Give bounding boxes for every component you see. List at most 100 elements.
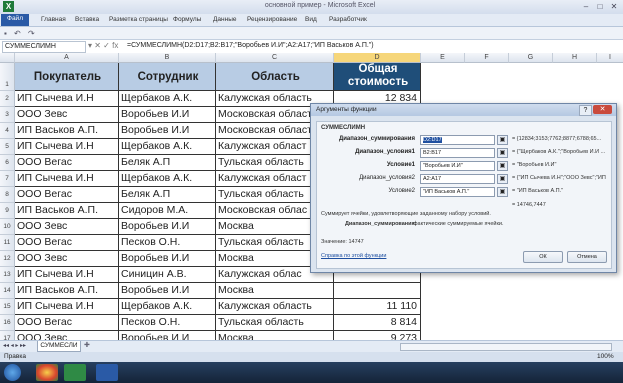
column-header[interactable]: E [421,53,465,63]
table-cell[interactable]: ИП Сычева И.Н [15,267,119,283]
table-cell[interactable]: ИП Васьков А.П. [15,123,119,139]
column-header[interactable]: A [15,53,119,63]
column-header[interactable]: D [334,53,421,63]
table-cell[interactable]: Щербаков А.К. [119,299,216,315]
header-region[interactable]: Область [216,63,334,91]
word-taskbar-icon[interactable] [96,364,118,381]
arg-input-criteria-range-2[interactable]: A2:A17 [420,174,495,184]
collapse-range-icon[interactable]: ▣ [497,148,508,158]
column-header[interactable]: I [597,53,623,63]
table-cell[interactable]: Москва [216,283,334,299]
table-cell[interactable]: Щербаков А.К. [119,171,216,187]
table-cell[interactable]: Воробьев И.И [119,251,216,267]
table-cell[interactable]: Песков О.Н. [119,315,216,331]
header-buyer[interactable]: Покупатель [15,63,119,91]
row-header[interactable]: 14 [0,283,15,299]
table-cell[interactable]: Воробьев И.И [119,331,216,340]
column-header[interactable]: B [119,53,216,63]
table-cell[interactable]: ООО Вегас [15,155,119,171]
table-cell[interactable]: Калужская область [216,299,334,315]
table-cell[interactable]: Беляк А.П [119,155,216,171]
table-cell[interactable]: 8 814 [334,315,421,331]
header-employee[interactable]: Сотрудник [119,63,216,91]
tab-review[interactable]: Рецензирование [244,15,300,24]
row-header[interactable]: 11 [0,235,15,251]
column-header[interactable]: F [465,53,509,63]
table-cell[interactable]: ООО Вегас [15,187,119,203]
table-cell[interactable]: Москва [216,331,334,340]
save-icon[interactable]: ▪ [4,29,7,38]
collapse-range-icon[interactable]: ▣ [497,174,508,184]
maximize-icon[interactable]: □ [594,2,606,11]
zoom-level[interactable]: 100% [597,353,614,360]
table-cell[interactable]: 11 110 [334,299,421,315]
redo-icon[interactable]: ↷ [28,29,35,38]
table-cell[interactable]: ООО Зевс [15,107,119,123]
undo-icon[interactable]: ↶ [14,29,21,38]
row-header[interactable]: 13 [0,267,15,283]
close-icon[interactable]: ✕ [608,2,620,11]
row-header[interactable]: 3 [0,107,15,123]
collapse-range-icon[interactable]: ▣ [497,135,508,145]
tab-data[interactable]: Данные [210,15,239,24]
ok-button[interactable]: ОК [523,251,563,263]
table-cell[interactable]: Воробьев И.И [119,107,216,123]
table-cell[interactable]: Песков О.Н. [119,235,216,251]
table-cell[interactable]: ООО Вегас [15,315,119,331]
table-cell[interactable]: Щербаков А.К. [119,91,216,107]
row-header[interactable]: 17 [0,331,15,340]
row-header[interactable]: 9 [0,203,15,219]
column-header[interactable]: H [553,53,597,63]
select-all-corner[interactable] [0,53,15,63]
row-header[interactable]: 2 [0,91,15,107]
dialog-title-bar[interactable]: Аргументы функции [311,104,616,116]
tab-formulas[interactable]: Формулы [170,15,204,24]
row-header[interactable]: 10 [0,219,15,235]
arg-input-criteria-range-1[interactable]: B2:B17 [420,148,495,158]
tab-insert[interactable]: Вставка [72,15,102,24]
row-header[interactable]: 7 [0,171,15,187]
close-icon[interactable]: ✕ [593,105,612,114]
row-header[interactable]: 5 [0,139,15,155]
tab-home[interactable]: Главная [38,15,69,24]
table-cell[interactable]: ИП Васьков А.П. [15,283,119,299]
table-cell[interactable]: ИП Сычева И.Н [15,91,119,107]
table-cell[interactable]: ООО Зевс [15,219,119,235]
table-cell[interactable]: Воробьев И.И [119,283,216,299]
row-header[interactable]: 1 [0,63,15,91]
table-cell[interactable]: Тульская область [216,315,334,331]
arg-input-sum-range[interactable]: D2:D17 [420,135,495,145]
row-header[interactable]: 8 [0,187,15,203]
table-cell[interactable]: ИП Сычева И.Н [15,299,119,315]
start-button-icon[interactable] [4,364,21,381]
table-cell[interactable]: Воробьев И.И [119,219,216,235]
table-cell[interactable]: Щербаков А.К. [119,139,216,155]
help-link[interactable]: Справка по этой функции [321,253,386,259]
sheet-tab[interactable]: СУММЕСЛИ [37,341,81,352]
table-cell[interactable]: ООО Зевс [15,251,119,267]
excel-taskbar-icon[interactable] [64,364,86,381]
table-cell[interactable]: ИП Васьков А.П. [15,203,119,219]
table-cell[interactable]: Сидоров М.А. [119,203,216,219]
table-cell[interactable]: ООО Зевс [15,331,119,340]
excel-app-icon[interactable]: X [3,1,14,12]
cancel-button[interactable]: Отмена [567,251,607,263]
sheet-nav-icon[interactable]: ◂◂ ◂ ▸ ▸▸ [3,342,26,349]
table-cell[interactable]: ООО Вегас [15,235,119,251]
column-header[interactable]: C [216,53,334,63]
row-header[interactable]: 16 [0,315,15,331]
row-header[interactable]: 4 [0,123,15,139]
table-cell[interactable]: Воробьев И.И [119,123,216,139]
tab-developer[interactable]: Разработчик [326,15,370,24]
row-header[interactable]: 15 [0,299,15,315]
tab-view[interactable]: Вид [302,15,320,24]
new-sheet-icon[interactable]: ✚ [84,341,90,349]
table-cell[interactable]: Синицин А.В. [119,267,216,283]
collapse-range-icon[interactable]: ▣ [497,187,508,197]
table-cell[interactable]: ИП Сычева И.Н [15,171,119,187]
tab-file[interactable]: Файл [1,14,29,26]
horizontal-scrollbar[interactable] [400,343,612,351]
column-header[interactable]: G [509,53,553,63]
tab-page-layout[interactable]: Разметка страницы [106,15,171,24]
row-header[interactable]: 6 [0,155,15,171]
